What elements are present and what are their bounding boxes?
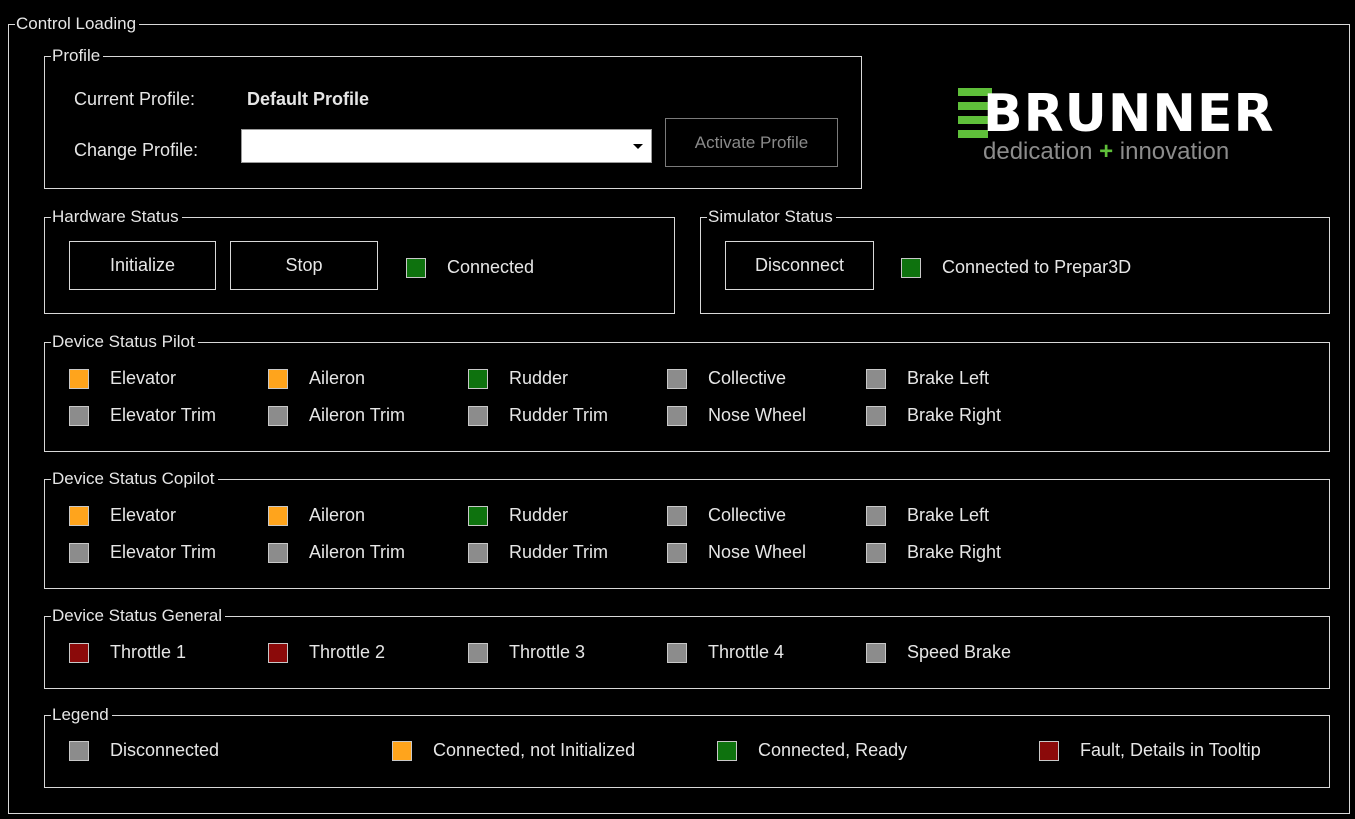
stop-button[interactable]: Stop bbox=[230, 241, 378, 290]
copilot-status-indicator bbox=[866, 543, 886, 563]
legend-device-label: Fault, Details in Tooltip bbox=[1080, 740, 1261, 760]
current-profile-value: Default Profile bbox=[247, 89, 370, 109]
profile-select[interactable] bbox=[241, 129, 652, 163]
tagline-dedication: dedication bbox=[983, 138, 1093, 165]
legend-status-indicator bbox=[717, 741, 737, 761]
simulator-status-indicator bbox=[901, 258, 921, 278]
pilot-status-indicator bbox=[69, 369, 89, 389]
copilot-device-label: Brake Right bbox=[907, 542, 1002, 562]
simulator-status-label: Connected to Prepar3D bbox=[942, 257, 1132, 277]
pilot-status-indicator bbox=[667, 369, 687, 389]
pilot-device-label: Rudder Trim bbox=[509, 405, 609, 425]
general-device-label: Throttle 3 bbox=[509, 642, 586, 662]
current-profile-label: Current Profile: bbox=[74, 89, 196, 109]
tagline-innovation: innovation bbox=[1119, 138, 1230, 165]
legend-device-label: Connected, not Initialized bbox=[433, 740, 636, 760]
general-status-indicator bbox=[468, 643, 488, 663]
device-status-copilot-title: Device Status Copilot bbox=[51, 468, 218, 490]
pilot-status-indicator bbox=[69, 406, 89, 426]
profile-title: Profile bbox=[51, 45, 104, 67]
brunner-logo: BRUNNER dedication + innovation bbox=[955, 84, 1275, 168]
pilot-status-indicator bbox=[866, 369, 886, 389]
copilot-device-label: Brake Left bbox=[907, 505, 990, 525]
general-status-indicator bbox=[268, 643, 288, 663]
copilot-status-indicator bbox=[69, 506, 89, 526]
legend-status-indicator bbox=[392, 741, 412, 761]
device-status-pilot-group: Device Status Pilot bbox=[44, 331, 1330, 452]
activate-profile-button[interactable]: Activate Profile bbox=[665, 118, 838, 167]
general-status-indicator bbox=[69, 643, 89, 663]
general-status-indicator bbox=[667, 643, 687, 663]
tagline-plus: + bbox=[1099, 138, 1114, 165]
pilot-status-indicator bbox=[468, 406, 488, 426]
hardware-status-label: Connected bbox=[447, 257, 535, 277]
device-status-pilot-title: Device Status Pilot bbox=[51, 331, 198, 353]
general-status-indicator bbox=[866, 643, 886, 663]
control-loading-title: Control Loading bbox=[15, 13, 140, 35]
copilot-device-label: Rudder bbox=[509, 505, 569, 525]
copilot-device-label: Aileron bbox=[309, 505, 366, 525]
copilot-status-indicator bbox=[468, 506, 488, 526]
copilot-status-indicator bbox=[667, 543, 687, 563]
change-profile-label: Change Profile: bbox=[74, 140, 199, 160]
brunner-tagline: dedication + innovation bbox=[983, 138, 1229, 166]
legend-status-indicator bbox=[69, 741, 89, 761]
copilot-status-indicator bbox=[667, 506, 687, 526]
general-device-label: Speed Brake bbox=[907, 642, 1012, 662]
device-status-general-title: Device Status General bbox=[51, 605, 226, 627]
simulator-status-title: Simulator Status bbox=[707, 206, 836, 228]
chevron-down-icon[interactable] bbox=[627, 132, 649, 160]
legend-status-indicator bbox=[1039, 741, 1059, 761]
legend-device-label: Disconnected bbox=[110, 740, 220, 760]
pilot-device-label: Collective bbox=[708, 368, 787, 388]
pilot-status-indicator bbox=[268, 406, 288, 426]
hardware-status-title: Hardware Status bbox=[51, 206, 182, 228]
general-device-label: Throttle 4 bbox=[708, 642, 785, 662]
copilot-status-indicator bbox=[866, 506, 886, 526]
pilot-device-label: Brake Left bbox=[907, 368, 990, 388]
pilot-device-label: Aileron bbox=[309, 368, 366, 388]
legend-device-label: Connected, Ready bbox=[758, 740, 908, 760]
copilot-device-label: Rudder Trim bbox=[509, 542, 609, 562]
copilot-device-label: Collective bbox=[708, 505, 787, 525]
copilot-status-indicator bbox=[468, 543, 488, 563]
copilot-device-label: Elevator Trim bbox=[110, 542, 217, 562]
pilot-device-label: Elevator bbox=[110, 368, 177, 388]
copilot-status-indicator bbox=[268, 506, 288, 526]
pilot-device-label: Elevator Trim bbox=[110, 405, 217, 425]
pilot-device-label: Aileron Trim bbox=[309, 405, 406, 425]
pilot-device-label: Rudder bbox=[509, 368, 569, 388]
pilot-device-label: Nose Wheel bbox=[708, 405, 807, 425]
copilot-device-label: Elevator bbox=[110, 505, 177, 525]
pilot-device-label: Brake Right bbox=[907, 405, 1002, 425]
pilot-status-indicator bbox=[667, 406, 687, 426]
initialize-button[interactable]: Initialize bbox=[69, 241, 216, 290]
copilot-device-label: Nose Wheel bbox=[708, 542, 807, 562]
device-status-copilot-group: Device Status Copilot bbox=[44, 468, 1330, 589]
brunner-wordmark: BRUNNER bbox=[983, 84, 1275, 144]
disconnect-button[interactable]: Disconnect bbox=[725, 241, 874, 290]
copilot-status-indicator bbox=[69, 543, 89, 563]
copilot-device-label: Aileron Trim bbox=[309, 542, 406, 562]
general-device-label: Throttle 2 bbox=[309, 642, 386, 662]
pilot-status-indicator bbox=[468, 369, 488, 389]
general-device-label: Throttle 1 bbox=[110, 642, 187, 662]
copilot-status-indicator bbox=[268, 543, 288, 563]
pilot-status-indicator bbox=[268, 369, 288, 389]
pilot-status-indicator bbox=[866, 406, 886, 426]
device-status-general-group: Device Status General bbox=[44, 605, 1330, 689]
legend-title: Legend bbox=[51, 704, 112, 726]
hardware-status-indicator bbox=[406, 258, 426, 278]
